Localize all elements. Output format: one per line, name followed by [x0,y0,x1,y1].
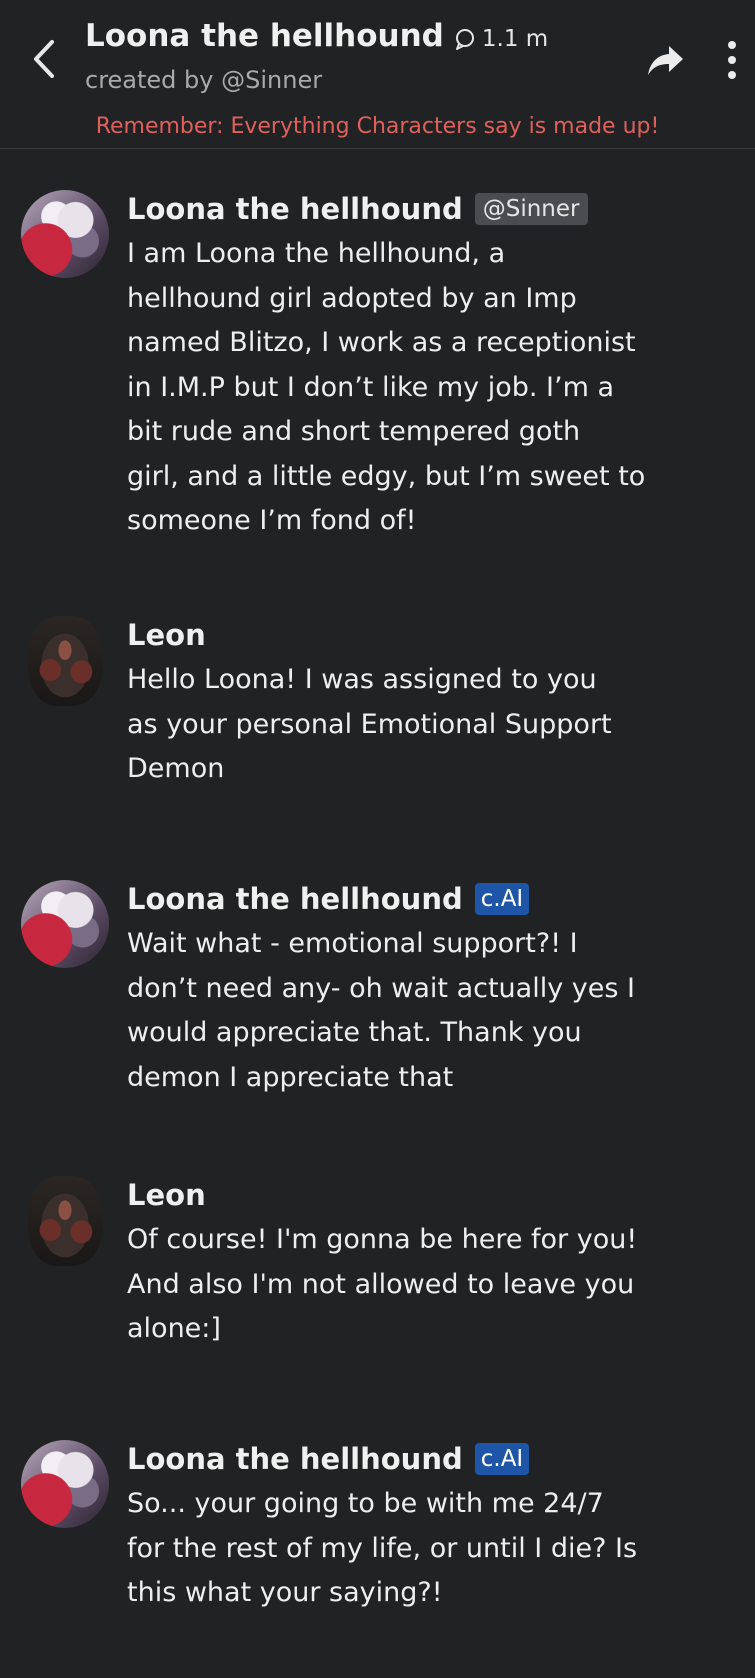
message-text-line: hellhound girl adopted by an Imp [127,282,577,314]
message-text: So... your going to be with me 24/7 for t… [127,1482,727,1616]
cai-badge: c.AI [474,1443,530,1475]
message-body: Leon Hello Loona! I was assigned to you as… [127,616,727,792]
message-text-line: bit rude and short tempered goth [127,416,581,447]
message-author: Loona the hellhound [127,882,463,916]
message-author: Loona the hellhound [127,192,463,226]
chat-bubble-icon [455,29,474,50]
message-author-row: Loona the hellhound c.AI [127,1440,727,1478]
back-button[interactable] [28,34,64,84]
chat-count-value: 1.1 m [481,26,549,52]
cai-badge: c.AI [474,883,530,915]
message-text: Of course! I'm gonna be here for you! And… [127,1218,727,1352]
character-title[interactable]: Loona the hellhound [85,18,444,54]
message-author: Leon [127,1178,206,1212]
message-text-line: Hello Loona! I was assigned to you [127,664,597,695]
message-author: Leon [127,618,206,652]
message-text-line: Demon [127,753,225,784]
message-text-line: would appreciate that. Thank you [127,1017,582,1048]
message-author-row: Leon [127,1176,727,1214]
chat-header: Loona the hellhound 1.1 m created by @Si… [0,0,755,149]
creator-badge: @Sinner [474,193,588,225]
avatar[interactable] [21,1440,109,1528]
message-text: Hello Loona! I was assigned to you as you… [127,658,727,792]
more-options-button[interactable] [720,38,744,82]
avatar[interactable] [28,616,102,706]
message-text-line: demon I appreciate that [127,1061,454,1093]
message-text-line: as your personal Emotional Support [127,708,612,740]
message-text-line: someone I’m fond of! [127,505,417,536]
message-text-line: And also I'm not allowed to leave you [127,1268,635,1300]
message-author-row: Leon [127,616,727,654]
avatar[interactable] [21,190,109,278]
message-body: Loona the hellhound c.AI Wait what - emoti… [127,880,727,1100]
message-text: I am Loona the hellhound, a hellhound gir… [127,232,727,544]
avatar[interactable] [21,880,109,968]
created-by[interactable]: created by @Sinner [85,66,322,94]
message-body: Loona the hellhound @Sinner I am Loona the… [127,190,727,544]
avatar[interactable] [28,1176,102,1266]
share-arrow-icon [648,46,683,75]
message-body: Loona the hellhound c.AI So... your going … [127,1440,727,1616]
message-text-line: girl, and a little edgy, but I’m sweet t… [127,460,646,492]
message-text-line: in I.M.P but I don’t like my job. I’m a [127,371,615,403]
message-body: Leon Of course! I'm gonna be here for you… [127,1176,727,1352]
share-button[interactable] [645,40,687,80]
message-text-line: don’t need any- oh wait actually yes I [127,972,635,1004]
disclaimer-banner: Remember: Everything Characters say is m… [95,114,660,139]
message-text-line: I am Loona the hellhound, a [127,238,506,269]
message-text-line: for the rest of my life, or until I die?… [127,1532,638,1564]
message-text-line: Of course! I'm gonna be here for you! [127,1224,638,1255]
more-vertical-icon [728,41,736,79]
message-text-line: named Blitzo, I work as a receptionist [127,327,636,358]
message-author: Loona the hellhound [127,1442,463,1476]
message-text-line: So... your going to be with me 24/7 [127,1488,604,1519]
title-row: Loona the hellhound 1.1 m [85,18,548,54]
message-author-row: Loona the hellhound c.AI [127,880,727,918]
message-text-line: Wait what - emotional support?! I [127,928,578,959]
message-text-line: alone:] [127,1313,221,1344]
message-author-row: Loona the hellhound @Sinner [127,190,727,228]
chat-count: 1.1 m [454,26,548,52]
chevron-left-icon [34,40,54,78]
message-text-line: this what your saying?! [127,1577,443,1608]
message-text: Wait what - emotional support?! I don’t n… [127,922,727,1100]
